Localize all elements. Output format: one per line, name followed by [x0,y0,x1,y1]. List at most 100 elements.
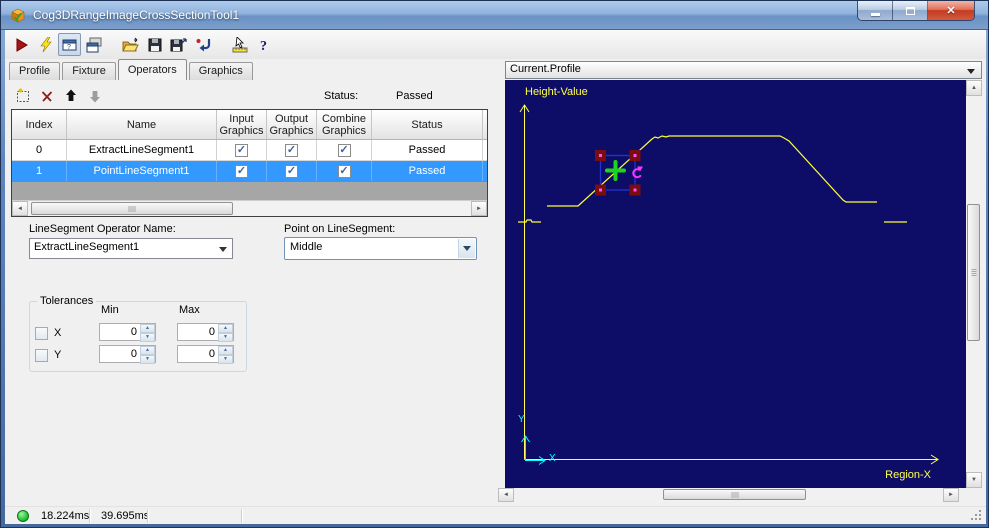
tolerance-x-checkbox[interactable] [35,327,48,340]
scroll-down-button[interactable]: ▼ [966,472,982,488]
tolerance-y-checkbox[interactable] [35,349,48,362]
grid-column-header[interactable]: Input Graphics [217,110,267,139]
grid-header: Index Name Input Graphics Output Graphics Co… [12,110,487,140]
up-arrow-icon [66,89,76,101]
float-display-button[interactable] [82,33,105,56]
scroll-left-button[interactable]: ◄ [12,201,28,216]
spin-up-button[interactable]: ▲ [218,346,233,355]
scroll-up-button[interactable]: ▲ [966,80,982,96]
move-up-button[interactable] [61,86,81,106]
new-item-icon [17,88,29,102]
close-button[interactable]: ✕ [928,1,974,20]
spin-down-button[interactable]: ▼ [140,333,155,342]
operator-name-combobox[interactable]: ExtractLineSegment1 [29,238,233,259]
spinner-value: 0 [208,326,215,338]
point-on-segment-combobox[interactable]: Middle [284,237,477,260]
spin-up-button[interactable]: ▲ [140,324,155,333]
lightning-icon [39,36,52,52]
run-button[interactable] [10,33,33,56]
display-record-selector[interactable]: Current.Profile [505,61,982,79]
display-horizontal-scrollbar[interactable]: ◄ ► [498,488,959,502]
tab-operators[interactable]: Operators [117,59,187,80]
titlebar[interactable]: Cog3DRangeImageCrossSectionTool1 ✕ [1,1,988,30]
point-on-segment-label: Point on LineSegment: [284,223,396,235]
graphics-checkbox[interactable]: ✓ [337,164,351,178]
point-on-segment-value: Middle [290,241,323,253]
scroll-left-button[interactable]: ◄ [498,488,514,502]
spin-down-button[interactable]: ▼ [140,355,155,364]
chevron-down-icon [463,246,471,255]
spin-down-button[interactable]: ▼ [218,355,233,364]
pointer-tool-button[interactable] [228,33,251,56]
drag-handle-cross[interactable] [605,160,626,181]
table-cell: 0 [12,140,67,160]
graphics-checkbox[interactable]: ✓ [235,143,248,157]
tab-profile[interactable]: Profile [9,62,61,80]
app-icon [11,8,25,23]
combo-dropdown-button[interactable] [458,239,475,258]
grid-column-header[interactable]: Output Graphics [267,110,317,139]
scroll-thumb[interactable] [967,204,980,341]
profile-display[interactable]: Height-Value Region-X X Y [505,80,966,488]
scroll-right-button[interactable]: ► [471,201,487,216]
run-time: 18.224ms [41,510,90,522]
selection-marker[interactable] [595,150,643,196]
svg-text:Region-X: Region-X [885,469,932,481]
grid-column-header[interactable]: Name [67,110,217,139]
statusbar-separator [89,509,90,523]
graphics-checkbox[interactable]: ✓ [285,143,298,157]
chevron-down-icon [219,247,227,256]
jump-to-button[interactable] [191,33,214,56]
grid-horizontal-scrollbar[interactable]: ◄ ► [12,200,487,216]
maximize-button[interactable] [893,1,928,20]
operator-name-label: LineSegment Operator Name: [29,223,176,235]
tolerance-x-max-spinner[interactable]: 0 ▲ ▼ [177,323,234,342]
record-selector-value: Current.Profile [510,63,581,75]
grid-column-header[interactable]: Status [372,110,483,139]
statusbar-separator [241,509,242,523]
grid-column-header[interactable]: Index [12,110,67,139]
operator-grid: Index Name Input Graphics Output Graphics Co… [11,109,488,217]
tab-fixture[interactable]: Fixture [62,62,116,80]
save-as-button[interactable] [167,33,190,56]
display-vertical-scrollbar[interactable]: ▲ ▼ [966,80,982,488]
scroll-thumb[interactable] [663,489,806,500]
table-row[interactable]: 0 ExtractLineSegment1 ✓ ✓ ✓ Passed [12,140,487,161]
electric-run-button[interactable] [34,33,57,56]
spin-up-button[interactable]: ▲ [218,324,233,333]
spinner-value: 0 [130,326,137,338]
help-button[interactable]: ? [252,33,275,56]
scroll-right-button[interactable]: ► [943,488,959,502]
delete-operator-button[interactable] [37,86,57,106]
add-operator-button[interactable] [13,86,33,106]
spin-down-button[interactable]: ▼ [218,333,233,342]
status-value: Passed [396,90,433,102]
graphics-checkbox[interactable]: ✓ [337,143,351,157]
tool-window: Cog3DRangeImageCrossSectionTool1 ✕ ? ? P… [0,0,989,528]
table-row[interactable]: 1 PointLineSegment1 ✓ ✓ ✓ Passed [12,161,487,182]
float-window-icon [86,37,101,52]
operator-name-value: ExtractLineSegment1 [34,241,140,253]
table-cell: ✓ [317,161,372,181]
table-cell: ✓ [317,140,372,160]
tolerance-x-min-spinner[interactable]: 0 ▲ ▼ [99,323,156,342]
save-button[interactable] [143,33,166,56]
table-cell: Passed [372,140,483,160]
move-down-button[interactable] [85,86,105,106]
graphics-checkbox[interactable]: ✓ [285,164,298,178]
tolerance-y-min-spinner[interactable]: 0 ▲ ▼ [99,345,156,364]
grid-empty-area [12,182,487,200]
tool-window-icon: ? [62,39,76,51]
tolerance-y-max-spinner[interactable]: 0 ▲ ▼ [177,345,234,364]
tab-label: Profile [19,65,51,77]
open-file-button[interactable] [119,33,142,56]
minimize-button[interactable] [858,1,893,20]
tab-label: Fixture [72,65,106,77]
show-tool-display-button[interactable]: ? [58,33,81,56]
graphics-checkbox[interactable]: ✓ [235,164,248,178]
grid-column-header[interactable]: Combine Graphics [317,110,372,139]
scroll-thumb[interactable] [31,202,233,215]
resize-grip[interactable] [970,509,982,521]
spin-up-button[interactable]: ▲ [140,346,155,355]
tab-graphics[interactable]: Graphics [188,62,253,80]
